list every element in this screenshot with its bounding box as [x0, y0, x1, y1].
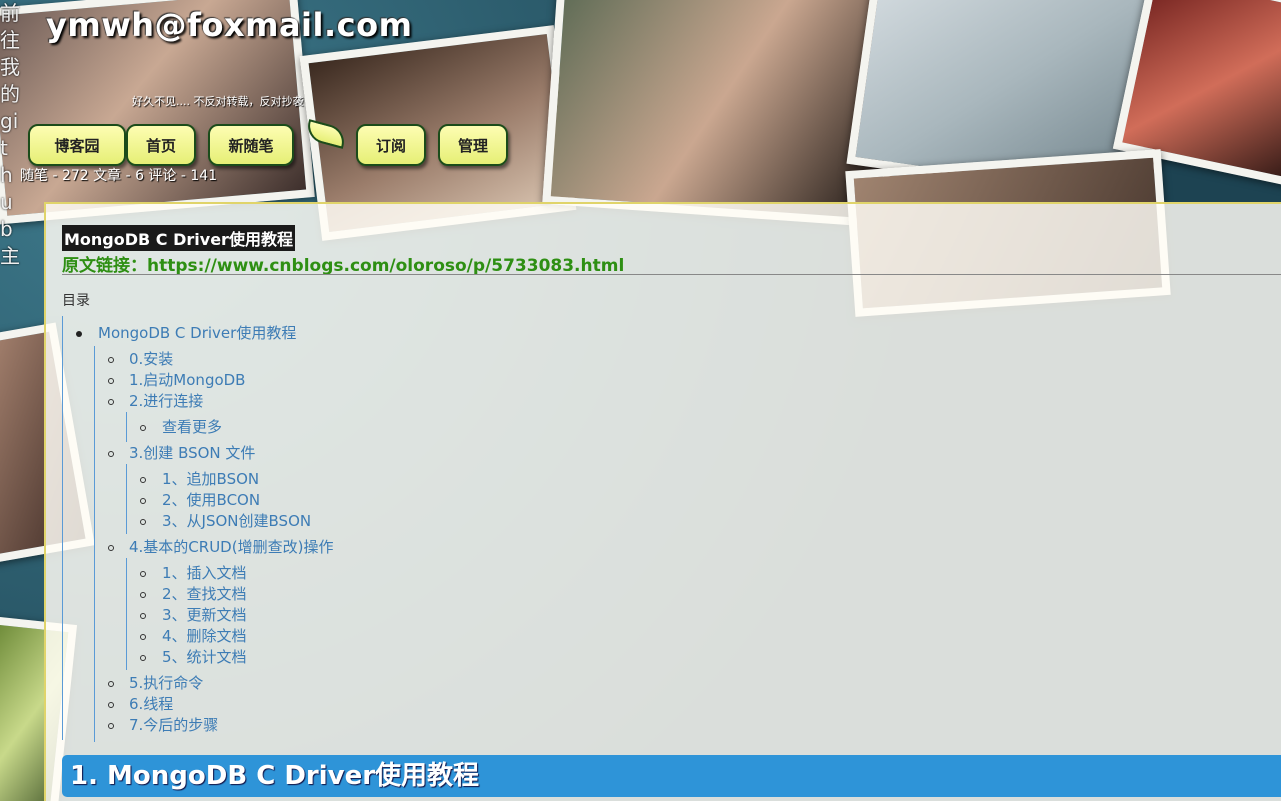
site-title[interactable]: ymwh@foxmail.com [46, 6, 412, 44]
divider [62, 274, 1281, 275]
original-link-url[interactable]: https://www.cnblogs.com/oloroso/p/573308… [147, 256, 624, 276]
bullet-icon [108, 681, 114, 687]
toc-item[interactable]: 4、删除文档 [162, 625, 247, 646]
toc-item[interactable]: 1、插入文档 [162, 562, 247, 583]
toc-item[interactable]: 查看更多 [162, 416, 222, 437]
toc-item[interactable]: 2、查找文档 [162, 583, 247, 604]
bullet-icon [108, 702, 114, 708]
bullet-icon [140, 592, 146, 598]
blog-stats: 随笔 - 272 文章 - 6 评论 - 141 [20, 168, 218, 184]
nav-cnblogs-button[interactable]: 博客园 [28, 124, 126, 166]
nav-home-button[interactable]: 首页 [126, 124, 196, 166]
nav-manage-button[interactable]: 管理 [438, 124, 508, 166]
toc-item[interactable]: 7.今后的步骤 [129, 714, 218, 735]
bullet-icon [108, 357, 114, 363]
site-subtitle: 好久不见.... 不反对转载，反对抄袭 [132, 95, 304, 108]
bullet-icon [108, 378, 114, 384]
nav-subscribe-button[interactable]: 订阅 [356, 124, 426, 166]
bullet-icon [108, 451, 114, 457]
bullet-icon [140, 498, 146, 504]
toc-item[interactable]: 0.安装 [129, 348, 173, 369]
toc-item[interactable]: 4.基本的CRUD(增删查改)操作 [129, 536, 333, 557]
post-title[interactable]: MongoDB C Driver使用教程 [62, 225, 295, 251]
toc-item[interactable]: 3.创建 BSON 文件 [129, 442, 255, 463]
bullet-icon [140, 571, 146, 577]
github-link[interactable]: 前往我的github主 [0, 0, 20, 270]
toc-item[interactable]: 3、从JSON创建BSON [162, 510, 311, 531]
bullet-icon [140, 477, 146, 483]
toc-item-top[interactable]: MongoDB C Driver使用教程 [98, 322, 296, 343]
bullet-icon [108, 399, 114, 405]
bullet-icon [108, 545, 114, 551]
toc-item[interactable]: 6.线程 [129, 693, 173, 714]
bullet-icon [140, 634, 146, 640]
bullet-icon [108, 723, 114, 729]
toc-border [62, 316, 63, 740]
bullet-icon [140, 425, 146, 431]
nav-new-post-button[interactable]: 新随笔 [208, 124, 294, 166]
toc-item[interactable]: 5、统计文档 [162, 646, 247, 667]
original-link[interactable]: 原文链接：https://www.cnblogs.com/oloroso/p/5… [62, 251, 624, 276]
toc-item[interactable]: 2、使用BCON [162, 489, 260, 510]
toc-border [126, 464, 127, 534]
toc-item[interactable]: 5.执行命令 [129, 672, 203, 693]
toc-label: 目录 [62, 293, 90, 309]
original-link-prefix: 原文链接： [62, 256, 147, 276]
toc-border [126, 558, 127, 670]
toc-item[interactable]: 1、追加BSON [162, 468, 259, 489]
bullet-icon [140, 613, 146, 619]
toc-item[interactable]: 1.启动MongoDB [129, 369, 245, 390]
toc-border [126, 412, 127, 442]
bullet-icon [76, 331, 82, 337]
bullet-icon [140, 519, 146, 525]
section-heading: 1. MongoDB C Driver使用教程 [62, 755, 1281, 797]
bullet-icon [140, 655, 146, 661]
toc-item[interactable]: 2.进行连接 [129, 390, 203, 411]
toc-border [94, 346, 95, 742]
post-panel: MongoDB C Driver使用教程 原文链接：https://www.cn… [44, 202, 1281, 801]
toc-item[interactable]: 3、更新文档 [162, 604, 247, 625]
